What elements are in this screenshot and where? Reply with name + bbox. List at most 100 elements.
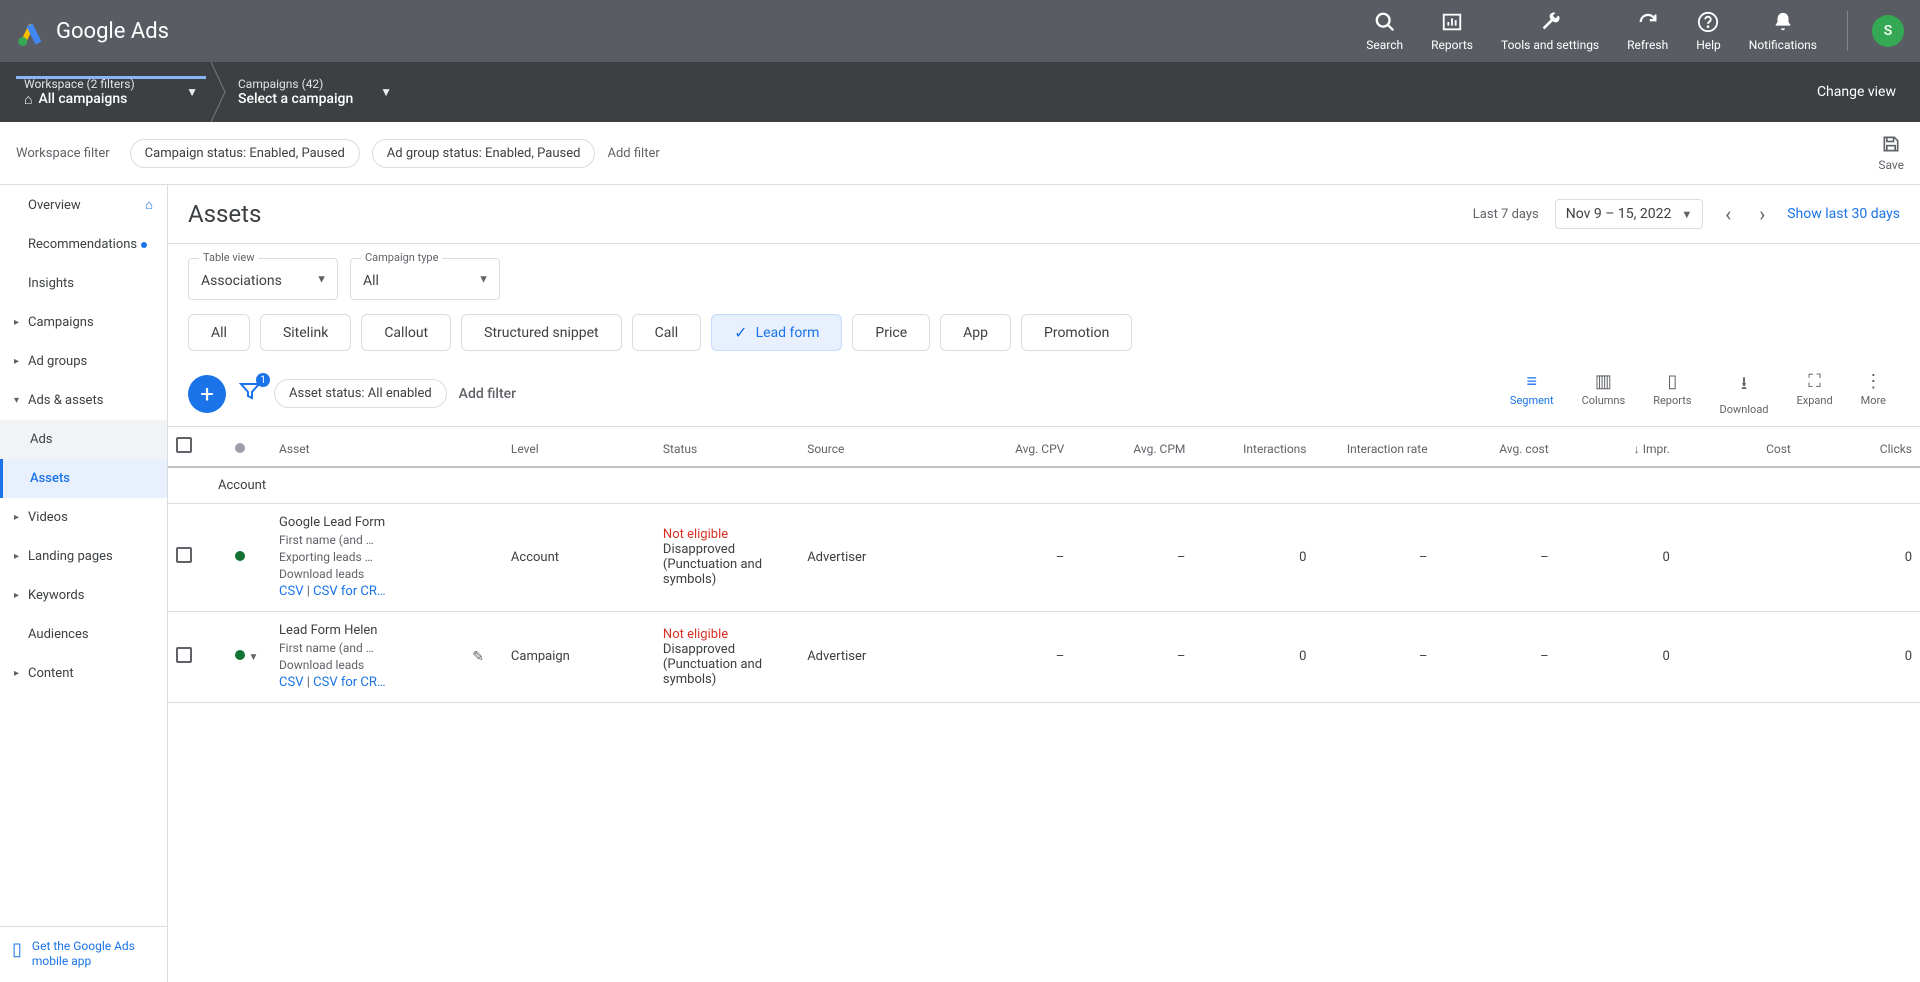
sidebar-item-content[interactable]: ▸Content [0, 654, 167, 693]
table-add-filter-button[interactable]: Add filter [459, 386, 516, 402]
sidebar-item-assets[interactable]: Assets [0, 459, 167, 498]
google-ads-logo-icon [16, 16, 46, 46]
filter-count-badge: 1 [256, 373, 270, 387]
product-name: Google Ads [56, 19, 169, 44]
filter-chip-adgroup-status[interactable]: Ad group status: Enabled, Paused [372, 139, 596, 168]
add-asset-fab[interactable]: + [188, 375, 226, 413]
pill-call[interactable]: Call [632, 314, 702, 351]
csv-crm-link[interactable]: CSV for CR… [313, 675, 385, 690]
logo[interactable]: Google Ads [16, 16, 169, 46]
col-avg-cpm[interactable]: Avg. CPM [1072, 427, 1193, 468]
sidebar-item-recommendations[interactable]: Recommendations [0, 225, 167, 264]
pill-lead-form[interactable]: ✓Lead form [711, 314, 842, 351]
col-avg-cost[interactable]: Avg. cost [1436, 427, 1557, 468]
expand-icon: ⛶ [1808, 371, 1821, 392]
status-cell: Not eligibleDisapproved (Punctuation and… [655, 504, 799, 612]
caret-down-icon: ▼ [316, 273, 327, 286]
col-interaction-rate[interactable]: Interaction rate [1314, 427, 1435, 468]
pill-callout[interactable]: Callout [361, 314, 451, 351]
add-filter-button[interactable]: Add filter [607, 146, 659, 161]
user-avatar[interactable]: S [1872, 15, 1904, 47]
avg-cpv-cell: – [951, 611, 1072, 702]
campaign-type-select[interactable]: Campaign type All ▼ [350, 258, 500, 300]
source-cell: Advertiser [799, 611, 951, 702]
row-checkbox[interactable] [176, 547, 192, 563]
caret-down-icon[interactable]: ▼ [248, 652, 258, 663]
more-tool[interactable]: ⋮ More [1847, 371, 1900, 416]
pill-price[interactable]: Price [852, 314, 930, 351]
asset-cell[interactable]: Lead Form Helen First name (and … Downlo… [271, 611, 464, 702]
columns-tool[interactable]: ▥ Columns [1568, 371, 1640, 416]
asset-status-chip[interactable]: Asset status: All enabled [274, 379, 447, 408]
pill-sitelink[interactable]: Sitelink [260, 314, 351, 351]
search-tool[interactable]: Search [1352, 10, 1417, 52]
change-view-button[interactable]: Change view [1809, 76, 1904, 108]
notifications-tool[interactable]: Notifications [1735, 10, 1831, 52]
pill-all[interactable]: All [188, 314, 250, 351]
csv-link[interactable]: CSV [279, 584, 303, 599]
sidebar-item-audiences[interactable]: Audiences [0, 615, 167, 654]
plus-icon: + [200, 380, 214, 408]
col-status[interactable]: Status [655, 427, 799, 468]
breadcrumb-workspace[interactable]: Workspace (2 filters) ⌂All campaigns ▼ [16, 77, 206, 108]
select-all-checkbox[interactable] [176, 437, 192, 453]
sidebar-item-ads-assets[interactable]: ▾Ads & assets [0, 381, 167, 420]
status-dot-icon [235, 551, 245, 561]
col-impr[interactable]: ↓ Impr. [1557, 427, 1678, 468]
refresh-tool[interactable]: Refresh [1613, 10, 1682, 52]
prev-period-button[interactable]: ‹ [1719, 202, 1737, 226]
caret-down-icon: ▼ [1681, 208, 1692, 221]
avg-cost-cell: – [1436, 611, 1557, 702]
asset-cell[interactable]: Google Lead Form First name (and … Expor… [271, 504, 464, 612]
save-button[interactable]: Save [1878, 134, 1904, 172]
csv-crm-link[interactable]: CSV for CR… [313, 584, 385, 599]
show-30-days-link[interactable]: Show last 30 days [1787, 206, 1900, 222]
segment-tool[interactable]: ≡ Segment [1496, 371, 1568, 416]
sidebar-item-landing-pages[interactable]: ▸Landing pages [0, 537, 167, 576]
sidebar-item-keywords[interactable]: ▸Keywords [0, 576, 167, 615]
pill-structured-snippet[interactable]: Structured snippet [461, 314, 621, 351]
col-cost[interactable]: Cost [1678, 427, 1799, 468]
caret-right-icon: ▸ [14, 356, 28, 367]
col-avg-cpv[interactable]: Avg. CPV [951, 427, 1072, 468]
filter-icon-button[interactable]: 1 [238, 379, 262, 408]
reports-tool[interactable]: Reports [1417, 10, 1487, 52]
pill-promotion[interactable]: Promotion [1021, 314, 1132, 351]
sidebar-item-ads[interactable]: Ads [0, 420, 167, 459]
sidebar-item-insights[interactable]: Insights [0, 264, 167, 303]
breadcrumb-campaigns[interactable]: Campaigns (42) Select a campaign ▼ [230, 77, 400, 107]
col-source[interactable]: Source [799, 427, 951, 468]
sidebar-item-ad-groups[interactable]: ▸Ad groups [0, 342, 167, 381]
sidebar: Overview ⌂ Recommendations Insights ▸Cam… [0, 185, 168, 982]
avg-cpm-cell: – [1072, 611, 1193, 702]
check-icon: ✓ [734, 323, 747, 342]
table-section-row: Account [168, 467, 1920, 504]
col-level[interactable]: Level [503, 427, 655, 468]
col-clicks[interactable]: Clicks [1799, 427, 1920, 468]
col-asset[interactable]: Asset [271, 427, 464, 468]
help-tool[interactable]: Help [1682, 10, 1735, 52]
next-period-button[interactable]: › [1753, 202, 1771, 226]
clicks-cell: 0 [1799, 611, 1920, 702]
csv-link[interactable]: CSV [279, 675, 303, 690]
interaction-rate-cell: – [1314, 504, 1435, 612]
pill-app[interactable]: App [940, 314, 1011, 351]
clicks-cell: 0 [1799, 504, 1920, 612]
table-view-select[interactable]: Table view Associations ▼ [188, 258, 338, 300]
row-checkbox[interactable] [176, 647, 192, 663]
tools-settings-tool[interactable]: Tools and settings [1487, 10, 1613, 52]
sidebar-item-overview[interactable]: Overview ⌂ [0, 185, 167, 225]
table-toolbar: + 1 Asset status: All enabled Add filter… [168, 361, 1920, 426]
reports-tool-table[interactable]: ▯ Reports [1639, 371, 1705, 416]
interactions-cell: 0 [1193, 611, 1314, 702]
filter-chip-campaign-status[interactable]: Campaign status: Enabled, Paused [130, 139, 360, 168]
edit-pencil-icon[interactable]: ✎ [472, 649, 484, 665]
sidebar-item-campaigns[interactable]: ▸Campaigns [0, 303, 167, 342]
date-range-picker[interactable]: Nov 9 – 15, 2022 ▼ [1555, 199, 1703, 229]
col-interactions[interactable]: Interactions [1193, 427, 1314, 468]
sidebar-item-videos[interactable]: ▸Videos [0, 498, 167, 537]
sidebar-footer-mobile-app[interactable]: ▯ Get the Google Ads mobile app [0, 926, 167, 982]
table-header-row: Asset Level Status Source Avg. CPV Avg. … [168, 427, 1920, 468]
expand-tool[interactable]: ⛶ Expand [1783, 371, 1847, 416]
download-tool[interactable]: ⭳ Download [1706, 371, 1783, 416]
